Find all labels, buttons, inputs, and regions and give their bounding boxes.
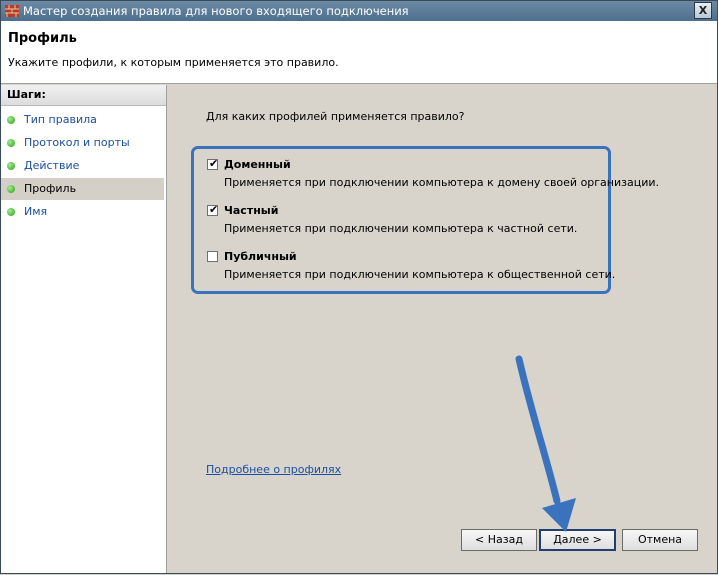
sidebar-item-name[interactable]: Имя [1,201,164,223]
public-checkbox[interactable] [207,251,218,262]
sidebar-item-protocol-ports[interactable]: Протокол и порты [1,132,164,154]
sidebar-item-rule-type[interactable]: Тип правила [1,109,164,131]
window-title: Мастер создания правила для нового входя… [23,4,409,18]
sidebar-item-action[interactable]: Действие [1,155,164,177]
title-bar[interactable]: Мастер создания правила для нового входя… [1,1,717,21]
close-button[interactable]: X [694,2,712,19]
checkmark-icon: ✔ [209,203,219,216]
private-checkbox[interactable]: ✔ [207,203,219,216]
main-content: Для каких профилей применяется правило? … [167,85,717,573]
wizard-header: Профиль Укажите профили, к которым приме… [1,21,717,84]
profiles-help-link[interactable]: Подробнее о профилях [206,463,341,476]
steps-sidebar: Шаги: Тип правила Протокол и порты Дейст… [1,85,167,573]
sidebar-item-label: Профиль [24,182,77,195]
checkmark-icon: ✔ [209,157,219,170]
profile-description: Применяется при подключении компьютера к… [224,176,660,189]
profile-name[interactable]: Доменный [224,158,291,171]
wizard-window: Мастер создания правила для нового входя… [0,0,718,574]
profile-description: Применяется при подключении компьютера к… [224,268,616,281]
green-dot-icon [7,185,15,193]
green-dot-icon [7,162,15,170]
profiles-question: Для каких профилей применяется правило? [206,110,465,123]
sidebar-item-label: Протокол и порты [24,136,130,149]
close-icon: X [698,4,708,17]
steps-heading: Шаги: [1,85,166,106]
green-dot-icon [7,116,15,124]
sidebar-item-label: Действие [24,159,80,172]
page-description: Укажите профили, к которым применяется э… [8,56,339,69]
back-button[interactable]: < Назад [461,529,537,551]
cancel-button[interactable]: Отмена [622,529,698,551]
green-dot-icon [7,139,15,147]
sidebar-item-profile[interactable]: Профиль [1,178,164,200]
sidebar-item-label: Имя [24,205,48,218]
domain-checkbox[interactable]: ✔ [207,157,219,170]
green-dot-icon [7,208,15,216]
sidebar-item-label: Тип правила [24,113,97,126]
page-title: Профиль [8,31,77,46]
profile-name[interactable]: Публичный [224,250,297,263]
profiles-highlight-box: ✔ Доменный Применяется при подключении к… [191,146,659,294]
profile-description: Применяется при подключении компьютера к… [224,222,578,235]
profile-name[interactable]: Частный [224,204,278,217]
next-button[interactable]: Далее > [539,529,616,551]
firewall-brick-icon [5,5,19,17]
